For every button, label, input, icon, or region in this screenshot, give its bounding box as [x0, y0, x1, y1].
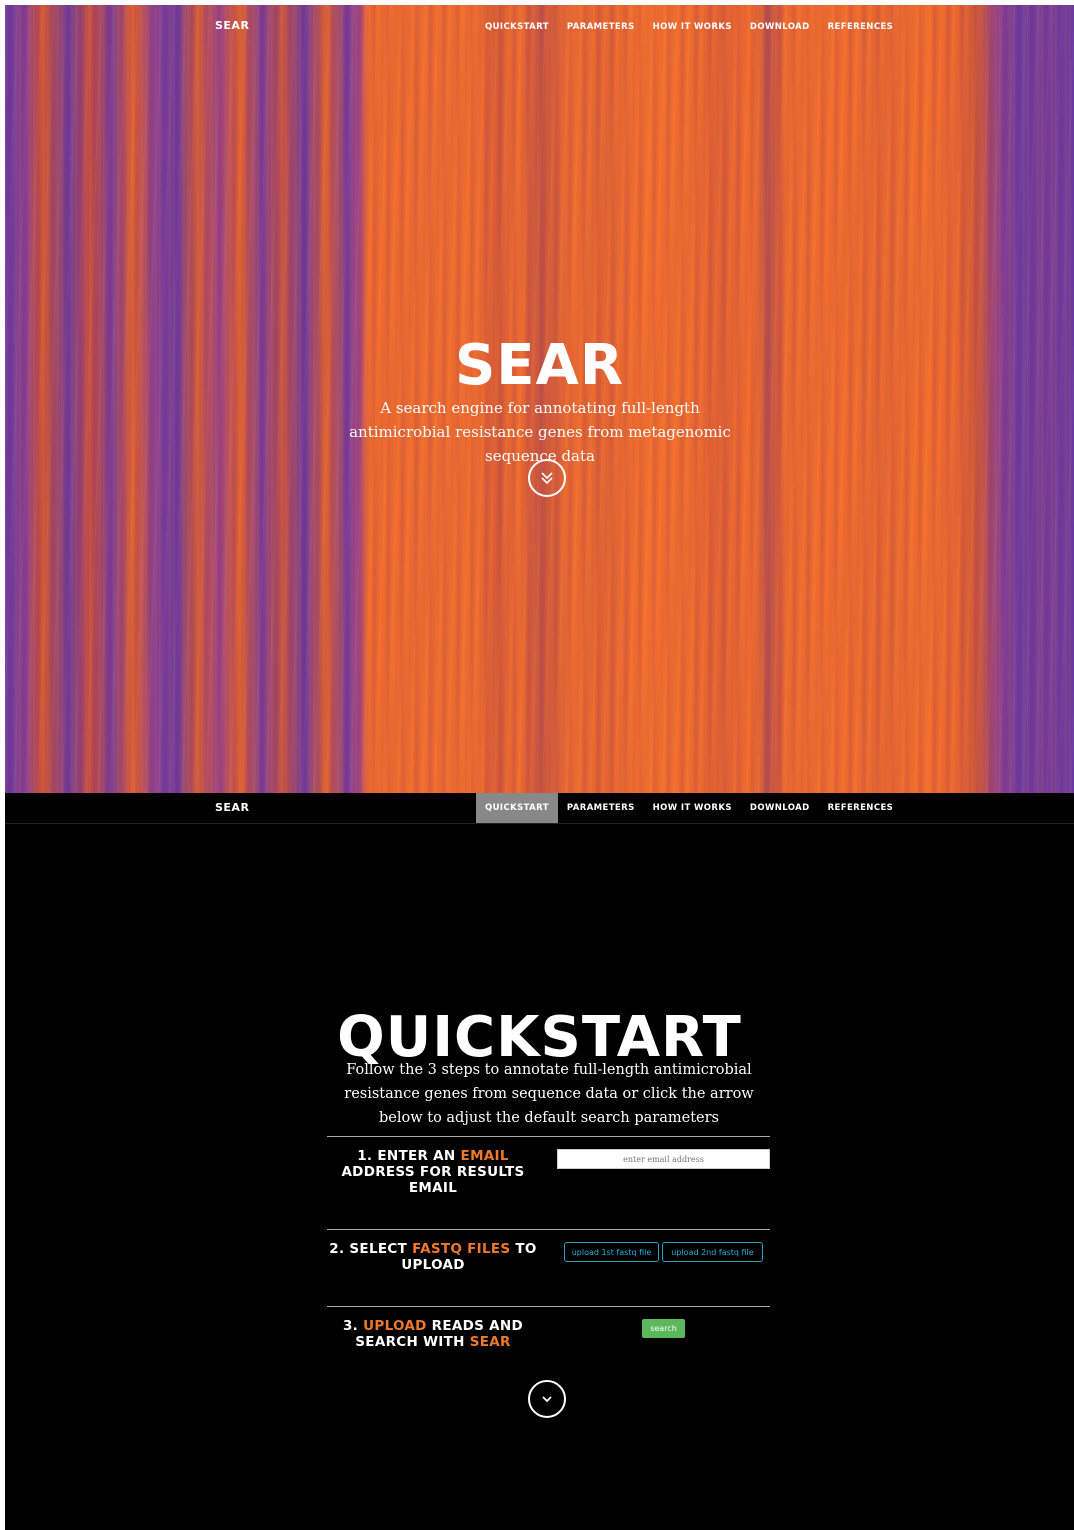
brand-logo[interactable]: SEAR: [215, 801, 249, 814]
page-frame: SEAR QUICKSTART PARAMETERS HOW IT WORKS …: [5, 5, 1074, 1530]
upload-second-fastq-button[interactable]: upload 2nd fastq file: [662, 1242, 763, 1262]
nav-references[interactable]: REFERENCES: [819, 12, 903, 42]
nav-references[interactable]: REFERENCES: [819, 793, 903, 823]
hero-subtitle: A search engine for annotating full-leng…: [349, 399, 731, 465]
top-nav: SEAR QUICKSTART PARAMETERS HOW IT WORKS …: [5, 12, 1074, 42]
chevron-down-icon: [542, 1396, 552, 1403]
hero-section: SEAR QUICKSTART PARAMETERS HOW IT WORKS …: [5, 5, 1074, 793]
step-email: 1. ENTER AN EMAIL ADDRESS FOR RESULTS EM…: [327, 1136, 770, 1196]
nav-links: QUICKSTART PARAMETERS HOW IT WORKS DOWNL…: [476, 793, 902, 823]
nav-links: QUICKSTART PARAMETERS HOW IT WORKS DOWNL…: [476, 12, 902, 42]
nav-download[interactable]: DOWNLOAD: [741, 793, 819, 823]
nav-parameters[interactable]: PARAMETERS: [558, 793, 644, 823]
double-chevron-down-icon: [541, 472, 553, 485]
scroll-down-button[interactable]: [528, 459, 566, 497]
email-input[interactable]: [557, 1149, 770, 1169]
upload-first-fastq-button[interactable]: upload 1st fastq file: [564, 1242, 659, 1262]
step-search: 3. UPLOAD READS AND SEARCH WITH SEAR sea…: [327, 1306, 770, 1350]
nav-parameters[interactable]: PARAMETERS: [558, 12, 644, 42]
nav-quickstart[interactable]: QUICKSTART: [476, 793, 558, 823]
step-search-label: 3. UPLOAD READS AND SEARCH WITH SEAR: [342, 1318, 524, 1350]
quickstart-intro: Follow the 3 steps to annotate full-leng…: [344, 1061, 754, 1126]
hero-title: SEAR: [454, 332, 625, 398]
brand-logo[interactable]: SEAR: [215, 19, 249, 32]
step-upload: 2. SELECT FASTQ FILES TO UPLOAD upload 1…: [327, 1229, 770, 1273]
search-button[interactable]: search: [642, 1319, 685, 1338]
parameters-scroll-button[interactable]: [528, 1380, 566, 1418]
step-email-label: 1. ENTER AN EMAIL ADDRESS FOR RESULTS EM…: [341, 1148, 525, 1196]
nav-download[interactable]: DOWNLOAD: [741, 12, 819, 42]
step-upload-label: 2. SELECT FASTQ FILES TO UPLOAD: [329, 1241, 537, 1273]
nav-how-it-works[interactable]: HOW IT WORKS: [644, 793, 741, 823]
nav-how-it-works[interactable]: HOW IT WORKS: [644, 12, 741, 42]
nav-quickstart[interactable]: QUICKSTART: [476, 12, 558, 42]
sticky-nav: SEAR QUICKSTART PARAMETERS HOW IT WORKS …: [5, 793, 1074, 824]
